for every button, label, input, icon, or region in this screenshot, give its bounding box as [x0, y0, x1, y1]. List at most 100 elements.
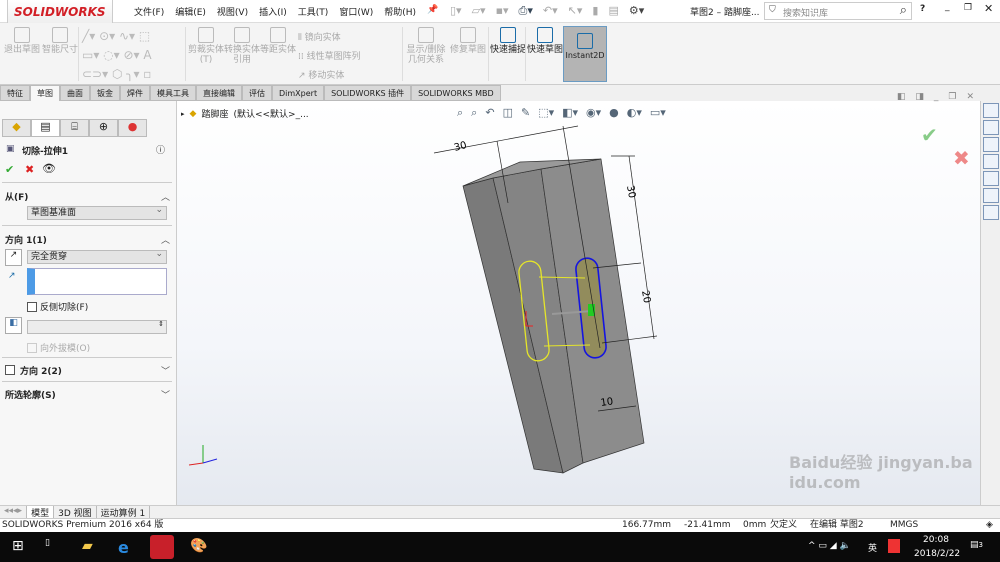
- close-button[interactable]: ✕: [984, 2, 993, 15]
- tab-weldments[interactable]: 焊件: [120, 85, 150, 101]
- tab-sheet-metal[interactable]: 钣金: [90, 85, 120, 101]
- menu-window[interactable]: 窗口(W): [339, 5, 373, 18]
- appearances-icon[interactable]: [982, 171, 999, 186]
- collapse-icon[interactable]: ︿: [161, 233, 170, 246]
- reverse-direction-button[interactable]: ↗: [5, 249, 22, 266]
- clock-time[interactable]: 20:08: [923, 535, 949, 545]
- tab-motion-study[interactable]: 运动算例 1: [97, 506, 151, 519]
- clock-date[interactable]: 2018/2/22: [914, 549, 960, 559]
- graphics-area[interactable]: ▸ ◆ 踏脚座 (默认<<默认>_... ⌕ ⌕ ↶ ◫ ✎ ⬚▾ ◧▾ ◉▾ ● ◐▾ ▭▾ ◧ ◨…: [177, 92, 980, 505]
- view-palette-icon[interactable]: [982, 154, 999, 169]
- preview-eye-icon[interactable]: 👁: [42, 162, 56, 175]
- pin-icon[interactable]: 📌: [427, 5, 438, 18]
- home-icon[interactable]: [982, 103, 999, 118]
- solidworks-taskbar-icon[interactable]: [150, 535, 174, 559]
- property-manager-tab[interactable]: ▤: [31, 119, 60, 137]
- linear-pattern-button[interactable]: ⁞⁞ 线性草图阵列: [298, 48, 361, 67]
- draft-angle-input[interactable]: ⇕: [27, 320, 167, 334]
- expand-icon[interactable]: ﹀: [161, 364, 170, 377]
- restore-button[interactable]: ❐: [964, 3, 972, 13]
- tab-mold-tools[interactable]: 模具工具: [150, 85, 196, 101]
- smart-dimension-button[interactable]: 智能尺寸: [42, 27, 78, 55]
- draft-outward-checkbox[interactable]: 向外拔模(O): [27, 341, 90, 354]
- tab-3d-view[interactable]: 3D 视图: [54, 506, 97, 519]
- custom-properties-icon[interactable]: [982, 188, 999, 203]
- menu-file[interactable]: 文件(F): [134, 5, 164, 18]
- menu-view[interactable]: 视图(V): [217, 5, 248, 18]
- tooltip-icon[interactable]: ◈: [986, 519, 993, 532]
- dimension-label[interactable]: 20: [639, 290, 652, 304]
- quick-snaps-button[interactable]: 快速捕捉: [490, 27, 526, 55]
- new-icon[interactable]: ▯▾: [450, 4, 462, 18]
- display-tab[interactable]: ●: [118, 119, 147, 137]
- offset-entities-button[interactable]: 等距实体: [260, 27, 296, 55]
- exit-sketch-button[interactable]: 退出草图: [4, 27, 40, 55]
- direction-selection-box[interactable]: [27, 268, 167, 295]
- file-props-icon[interactable]: ▤: [608, 4, 618, 18]
- tab-dimxpert[interactable]: DimXpert: [272, 85, 325, 101]
- help-button[interactable]: ?: [920, 4, 925, 14]
- undo-icon[interactable]: ↶▾: [543, 4, 558, 18]
- tab-mbd[interactable]: SOLIDWORKS MBD: [411, 85, 501, 101]
- minimize-button[interactable]: _: [945, 2, 950, 12]
- end-condition-select[interactable]: 完全贯穿: [27, 248, 167, 264]
- tab-scroll-arrows[interactable]: ◂◂◂▸: [0, 506, 28, 518]
- task-view-icon[interactable]: ▯: [45, 538, 63, 556]
- cancel-button[interactable]: ✖: [25, 163, 34, 176]
- dimxpert-tab[interactable]: ⊕: [89, 119, 118, 137]
- ok-button[interactable]: ✔: [5, 163, 14, 176]
- windows-start-icon[interactable]: ⊞: [12, 538, 30, 556]
- configuration-tab[interactable]: ⌸: [60, 119, 89, 137]
- display-relations-button[interactable]: 显示/删除几何关系: [404, 27, 448, 65]
- checkbox[interactable]: [27, 342, 37, 353]
- convert-entities-button[interactable]: 转换实体引用: [224, 27, 260, 65]
- dimension-label[interactable]: 30: [624, 185, 637, 199]
- tab-sketch[interactable]: 草图: [30, 85, 60, 101]
- tab-direct-editing[interactable]: 直接编辑: [196, 85, 242, 101]
- file-explorer-icon[interactable]: [982, 137, 999, 152]
- dimension-label[interactable]: 30: [453, 140, 468, 154]
- from-select[interactable]: 草图基准面: [27, 204, 167, 220]
- paint-icon[interactable]: 🎨: [190, 538, 208, 556]
- save-icon[interactable]: ▪▾: [496, 4, 509, 18]
- draft-icon[interactable]: ◧: [5, 317, 22, 334]
- select-icon[interactable]: ↖▾: [568, 4, 583, 18]
- expand-icon[interactable]: ﹀: [161, 388, 170, 401]
- tab-model[interactable]: 模型: [27, 506, 55, 519]
- collapse-icon[interactable]: ︿: [161, 190, 170, 203]
- notification-icon[interactable]: ▤3: [970, 540, 983, 550]
- tab-features[interactable]: 特征: [0, 85, 30, 101]
- rapid-sketch-button[interactable]: 快速草图: [527, 27, 563, 55]
- menu-help[interactable]: 帮助(H): [384, 5, 416, 18]
- design-library-icon[interactable]: [982, 120, 999, 135]
- open-icon[interactable]: ▱▾: [472, 4, 486, 18]
- forum-icon[interactable]: [982, 205, 999, 220]
- menu-insert[interactable]: 插入(I): [259, 5, 287, 18]
- tab-addins[interactable]: SOLIDWORKS 插件: [324, 85, 412, 101]
- print-icon[interactable]: ⎙▾: [519, 4, 533, 18]
- ime-indicator[interactable]: 英: [868, 541, 877, 554]
- move-entities-button[interactable]: ↗ 移动实体: [298, 67, 361, 86]
- solidworks-logo[interactable]: SOLIDWORKS: [7, 0, 113, 25]
- direction2-checkbox[interactable]: [5, 365, 15, 375]
- dimension-label[interactable]: 10: [600, 396, 614, 409]
- search-icon[interactable]: ⌕: [900, 3, 907, 18]
- tab-surfaces[interactable]: 曲面: [60, 85, 90, 101]
- checkbox[interactable]: [27, 301, 37, 312]
- feature-tree-tab[interactable]: ◆: [2, 119, 31, 137]
- flip-side-checkbox[interactable]: 反侧切除(F): [27, 300, 88, 313]
- instant2d-button[interactable]: Instant2D: [563, 26, 607, 82]
- menu-edit[interactable]: 编辑(E): [175, 5, 206, 18]
- menu-tools[interactable]: 工具(T): [298, 5, 329, 18]
- options-icon[interactable]: ⚙▾: [629, 4, 644, 18]
- trim-entities-button[interactable]: 剪裁实体(T): [188, 27, 224, 65]
- tray-icons[interactable]: ^ ▭ ◢ 🔈: [808, 541, 851, 551]
- rebuild-icon[interactable]: ▮: [592, 4, 598, 18]
- repair-sketch-button[interactable]: 修复草图: [450, 27, 486, 55]
- mirror-entities-button[interactable]: ⫴ 镜向实体: [298, 29, 361, 48]
- tab-evaluate[interactable]: 评估: [242, 85, 272, 101]
- sketch-tools-grid[interactable]: ╱▾ ⊙▾ ∿▾ ⬚ ▭▾ ◌▾ ⊘▾ A ⊂⊃▾ ⬡ ╮▾ ▫: [82, 27, 182, 84]
- units-button[interactable]: MMGS: [890, 519, 918, 532]
- help-icon[interactable]: ⓘ: [156, 143, 165, 156]
- edge-icon[interactable]: e: [118, 538, 136, 557]
